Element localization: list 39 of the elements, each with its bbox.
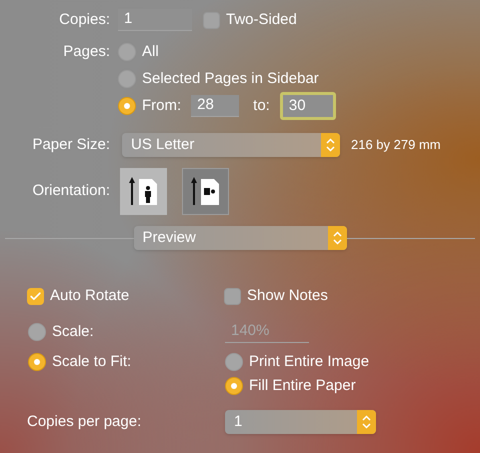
checkbox[interactable] [27, 288, 44, 304]
from-page-field[interactable]: 28 [191, 95, 240, 117]
to-label: to: [253, 96, 270, 116]
paper-dimensions: 216 by 279 mm [351, 136, 441, 154]
page-range-option: Selected Pages in Sidebar [142, 68, 319, 90]
page-range-option: From: [142, 94, 182, 118]
checkmark-icon [29, 290, 42, 302]
radio-button[interactable] [225, 353, 243, 371]
paper-size-popup[interactable]: US Letter [122, 133, 340, 157]
orientation-button[interactable] [120, 168, 167, 214]
fit-option-label: Print Entire Image [249, 352, 370, 372]
scale-mode-label: Scale to Fit: [52, 352, 132, 372]
radio-button[interactable] [28, 353, 46, 371]
page-range-option: All [142, 40, 159, 64]
radio-button[interactable] [118, 70, 136, 88]
stepper-icon [357, 410, 376, 434]
two-sided-label: Two-Sided [226, 10, 297, 30]
orientation-label: Orientation: [32, 182, 110, 199]
section-popup[interactable]: Preview [134, 226, 346, 250]
copies-field[interactable]: 1 [118, 9, 192, 31]
pages-label: Pages: [63, 42, 110, 60]
radio-button[interactable] [118, 97, 136, 115]
orientation-button[interactable] [182, 168, 229, 214]
copies-per-page-popup[interactable]: 1 [225, 410, 376, 434]
stepper-icon [321, 133, 340, 157]
stepper-icon [328, 226, 346, 250]
to-page-field[interactable]: 30 [280, 92, 336, 120]
copies-per-page-label: Copies per page: [27, 412, 142, 432]
radio-button[interactable] [118, 43, 136, 61]
fit-option-label: Fill Entire Paper [249, 376, 356, 396]
scale-mode-label: Scale: [52, 322, 94, 342]
auto-rotate-label: Auto Rotate [50, 286, 130, 306]
paper-size-label: Paper Size: [32, 136, 110, 153]
checkbox[interactable] [224, 288, 241, 304]
radio-button[interactable] [225, 377, 243, 395]
show-notes-label: Show Notes [247, 286, 328, 306]
copies-label: Copies: [59, 10, 110, 28]
checkbox[interactable] [203, 12, 220, 28]
radio-button[interactable] [28, 323, 46, 341]
